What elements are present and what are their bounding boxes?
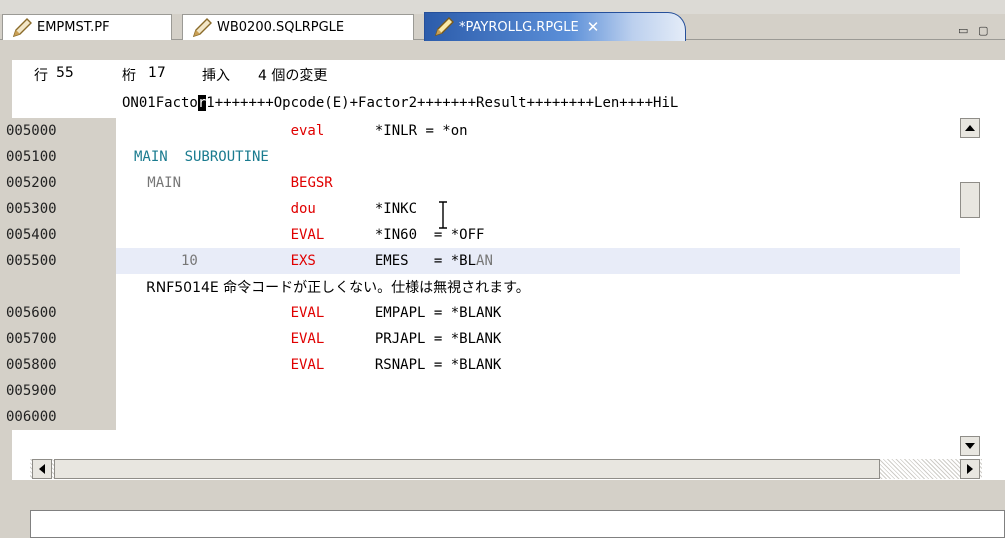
sequence-number: 005800 — [0, 352, 116, 378]
tab-payrollg[interactable]: *PAYROLLG.RPGLE ✕ — [424, 12, 686, 41]
source-line[interactable]: 005200 MAIN BEGSR — [0, 170, 962, 196]
arrow-left-icon — [39, 464, 45, 474]
row-value: 55 — [56, 65, 74, 81]
arrow-up-icon — [965, 125, 975, 131]
scroll-down-button[interactable] — [960, 436, 980, 456]
tab-label: WB0200.SQLRPGLE — [217, 20, 345, 35]
sequence-number: 005000 — [0, 118, 116, 144]
scroll-up-button[interactable] — [960, 118, 980, 138]
source-line-current[interactable]: 005500 10 EXS EMES = *BLAN — [0, 248, 962, 274]
column-label: 桁 — [122, 68, 136, 84]
sequence-number: 005700 — [0, 326, 116, 352]
text-cursor-icon — [439, 201, 447, 229]
close-icon[interactable]: ✕ — [587, 18, 600, 36]
minimize-icon[interactable]: ▭ — [958, 24, 968, 37]
code-text: EVAL RSNAPL = *BLANK — [290, 357, 502, 373]
sequence-number: 005300 — [0, 196, 116, 222]
code-text: 10 EXS EMES = *BLAN — [122, 253, 493, 269]
source-line[interactable]: 005400 EVAL *IN60 = *OFF — [0, 222, 962, 248]
column-value: 17 — [148, 65, 166, 81]
source-line[interactable]: 005700 EVAL PRJAPL = *BLANK — [0, 326, 962, 352]
source-line[interactable]: 005100 MAIN SUBROUTINE — [0, 144, 962, 170]
row-label: 行 — [34, 68, 48, 84]
insert-mode: 挿入 — [202, 68, 230, 84]
code-text: EVAL PRJAPL = *BLANK — [290, 331, 502, 347]
horizontal-scroll-thumb[interactable] — [54, 459, 880, 479]
source-line[interactable]: 005000 eval *INLR = *on — [0, 118, 962, 144]
source-line[interactable]: 005600 EVAL EMPAPL = *BLANK — [0, 300, 962, 326]
source-line[interactable]: 006000 — [0, 404, 962, 430]
code-text: MAIN BEGSR — [122, 175, 333, 191]
pencil-icon — [12, 17, 32, 37]
code-text: dou *INKC — [290, 201, 418, 217]
source-line[interactable]: 005900 — [0, 378, 962, 404]
code-text: EVAL *IN60 = *OFF — [290, 227, 485, 243]
arrow-down-icon — [965, 443, 975, 449]
format-ruler: ON01Factor1+++++++Opcode(E)+Factor2+++++… — [12, 90, 1005, 116]
sequence-number: 005100 — [0, 144, 116, 170]
change-count: 4 個の変更 — [258, 68, 328, 84]
vertical-scrollbar-track[interactable] — [960, 118, 982, 456]
sequence-number: 005900 — [0, 378, 116, 404]
sequence-gutter-blank — [0, 274, 116, 300]
tab-wb0200[interactable]: WB0200.SQLRPGLE — [182, 14, 414, 40]
sequence-number: 005200 — [0, 170, 116, 196]
pencil-icon — [192, 17, 212, 37]
tab-empmst[interactable]: EMPMST.PF — [2, 14, 172, 40]
source-line[interactable]: 005300 dou *INKC — [0, 196, 962, 222]
lower-panel-input[interactable] — [30, 510, 1005, 538]
sequence-number: 006000 — [0, 404, 116, 430]
vertical-scroll-thumb[interactable] — [960, 182, 980, 218]
tab-label: EMPMST.PF — [37, 20, 110, 35]
scroll-right-button[interactable] — [960, 459, 980, 479]
pencil-icon — [434, 17, 454, 37]
sequence-number: 005500 — [0, 248, 116, 274]
arrow-right-icon — [967, 464, 973, 474]
code-text: eval *INLR = *on — [290, 123, 468, 139]
ruler-after: 1+++++++Opcode(E)+Factor2+++++++Result++… — [206, 95, 679, 111]
tab-label: *PAYROLLG.RPGLE — [459, 19, 579, 35]
sequence-number: 005600 — [0, 300, 116, 326]
error-message: RNF5014E 命令コードが正しくない。仕様は無視されます。 — [146, 280, 530, 296]
code-text: EVAL EMPAPL = *BLANK — [290, 305, 502, 321]
sequence-number: 005400 — [0, 222, 116, 248]
maximize-icon[interactable]: ▢ — [978, 24, 988, 37]
code-text: MAIN SUBROUTINE — [134, 149, 269, 165]
scroll-left-button[interactable] — [32, 459, 52, 479]
source-line[interactable]: 005800 EVAL RSNAPL = *BLANK — [0, 352, 962, 378]
ruler-before: ON01Facto — [122, 95, 198, 111]
error-message-line: RNF5014E 命令コードが正しくない。仕様は無視されます。 — [0, 274, 962, 300]
editor-status-row: 行 55 桁 17 挿入 4 個の変更 — [12, 60, 1005, 88]
